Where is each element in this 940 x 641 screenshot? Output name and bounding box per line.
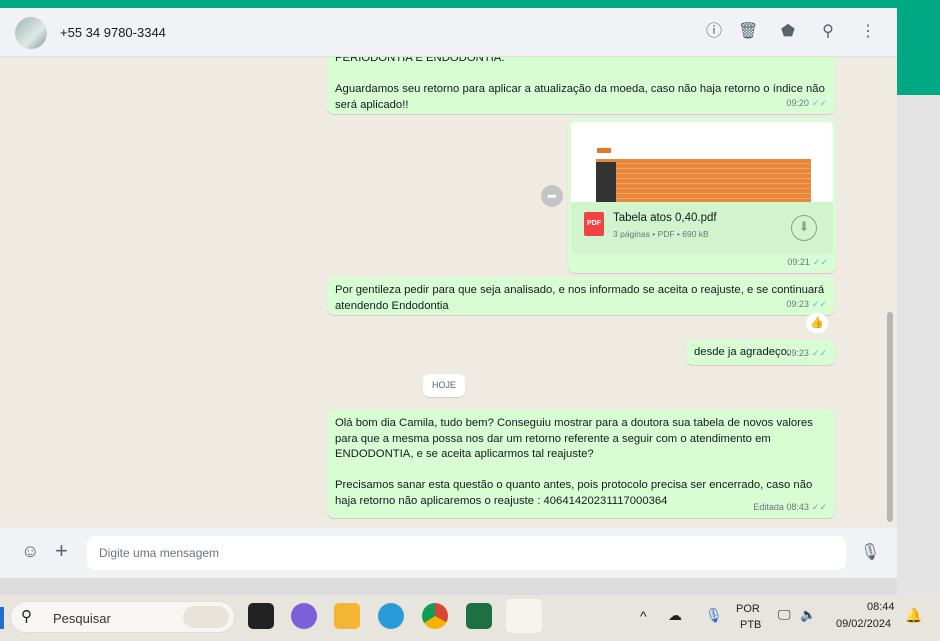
message-text: Por gentileza pedir para que seja analis… [335,284,828,312]
chat-header: +55 34 9780-3344 ⓘ 🗑 ⬟ ⚲ ⋮ [0,8,897,57]
emoji-icon[interactable]: ☺ [21,541,39,562]
contact-name[interactable]: +55 34 9780-3344 [60,25,166,40]
search-placeholder: Pesquisar [53,611,111,626]
download-icon[interactable]: ⬇ [791,215,817,241]
search-icon[interactable]: ⚲ [818,22,838,42]
onedrive-icon[interactable]: ☁ [668,607,682,624]
label-icon[interactable]: ⬟ [778,22,798,42]
search-icon: ⚲ [21,608,32,625]
background [897,95,940,595]
message-bubble: PERIODONTIA E ENDODONTIA. Aguardamos seu… [327,57,835,114]
delete-icon[interactable]: 🗑 [738,22,758,42]
message-input[interactable]: Digite uma mensagem [87,536,846,570]
message-time: 09:20 ✓✓ [786,97,827,108]
message-text: desde ja agradeço. [694,346,791,358]
read-ticks-icon: ✓✓ [811,97,827,108]
message-bubble: Olá bom dia Camila, tudo bem? Conseguiu … [327,410,835,518]
language-code[interactable]: POR [736,603,760,615]
keyboard-layout[interactable]: PTB [740,619,761,631]
message-bubble: desde ja agradeço. 09:23 ✓✓ [686,340,835,365]
widget-briefcase-icon [183,606,229,628]
avatar[interactable] [15,17,47,49]
date-divider: HOJE [423,374,465,397]
reaction-thumbs-up[interactable]: 👍 [806,313,828,333]
composer-bar: ☺ + Digite uma mensagem 🎙 [0,528,897,578]
file-explorer-icon[interactable] [334,603,360,629]
task-view-icon[interactable] [248,603,274,629]
read-ticks-icon: ✓✓ [812,256,828,267]
read-ticks-icon: ✓✓ [811,347,827,358]
taskbar: ⚲ Pesquisar ^ ☁ 🎙 POR PTB 🖵 🔈 08:44 09/0… [0,595,940,641]
volume-icon[interactable]: 🔈 [800,607,816,623]
scrollbar[interactable] [887,312,893,522]
clock-time[interactable]: 08:44 [867,601,895,613]
tray-chevron-icon[interactable]: ^ [640,608,647,624]
delivered-ticks-icon: ✓✓ [811,501,827,512]
clock-date[interactable]: 09/02/2024 [836,618,891,630]
edge-icon[interactable] [378,603,404,629]
chat-area: PERIODONTIA E ENDODONTIA. Aguardamos seu… [0,57,897,528]
notification-bell-icon[interactable]: 🔔 [905,607,922,624]
message-time: 09:23 ✓✓ [786,347,827,358]
taskbar-search[interactable]: ⚲ Pesquisar [10,601,235,633]
message-time: Editada 08:43 ✓✓ [753,501,827,512]
forward-icon[interactable]: ➦ [541,185,563,207]
snipping-tool-icon[interactable] [506,599,542,633]
file-meta: 3 páginas • PDF • 690 kB [613,229,709,239]
message-bubble: Por gentileza pedir para que seja analis… [327,277,835,315]
window-top-band [0,0,940,8]
mic-tray-icon[interactable]: 🎙 [705,607,723,624]
start-icon[interactable] [0,607,4,629]
document-message[interactable]: PDF Tabela atos 0,40.pdf 3 páginas • PDF •… [568,119,836,273]
message-text: Olá bom dia Camila, tudo bem? Conseguiu … [335,417,813,507]
teams-icon[interactable] [291,603,317,629]
menu-icon[interactable]: ⋮ [858,22,878,42]
read-ticks-icon: ✓✓ [811,298,827,309]
message-text: PERIODONTIA E ENDODONTIA. Aguardamos seu… [335,57,825,111]
background-band [897,8,940,95]
message-time: 09:21 ✓✓ [787,256,828,267]
chrome-icon[interactable] [422,603,448,629]
excel-icon[interactable] [466,603,492,629]
info-icon[interactable]: ⓘ [704,22,724,42]
network-icon[interactable]: 🖵 [778,607,791,623]
whatsapp-window: +55 34 9780-3344 ⓘ 🗑 ⬟ ⚲ ⋮ PERIODONTIA E… [0,8,897,578]
attach-plus-icon[interactable]: + [55,538,68,564]
pdf-preview[interactable] [571,122,833,202]
file-name[interactable]: Tabela atos 0,40.pdf [613,211,717,225]
message-time: 09:23 ✓✓ [786,298,827,309]
pdf-icon: PDF [584,212,604,236]
microphone-icon[interactable]: 🎙 [860,542,880,562]
